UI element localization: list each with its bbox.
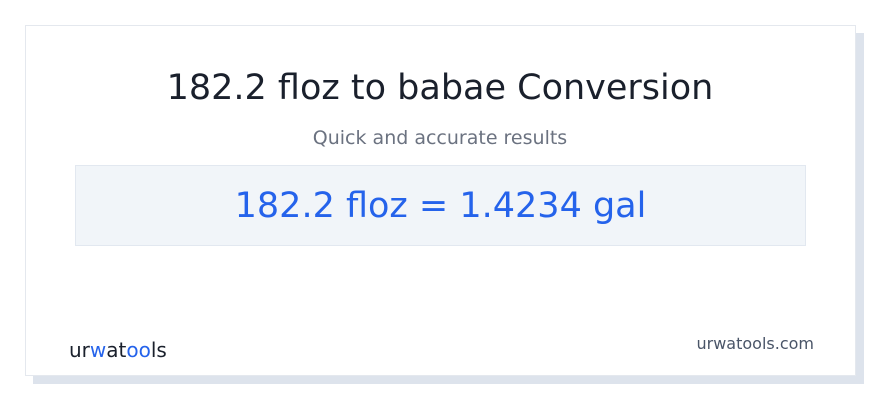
conversion-result: 182.2 floz = 1.4234 gal (234, 185, 647, 226)
page-subtitle: Quick and accurate results (312, 127, 568, 149)
page-title: 182.2 floz to babae Conversion (166, 68, 714, 108)
urwatools-logo[interactable]: urwatools (69, 337, 189, 365)
logo-text: urwatools (69, 338, 167, 362)
result-box: 182.2 floz = 1.4234 gal (75, 165, 806, 246)
site-link[interactable]: urwatools.com (697, 334, 815, 354)
